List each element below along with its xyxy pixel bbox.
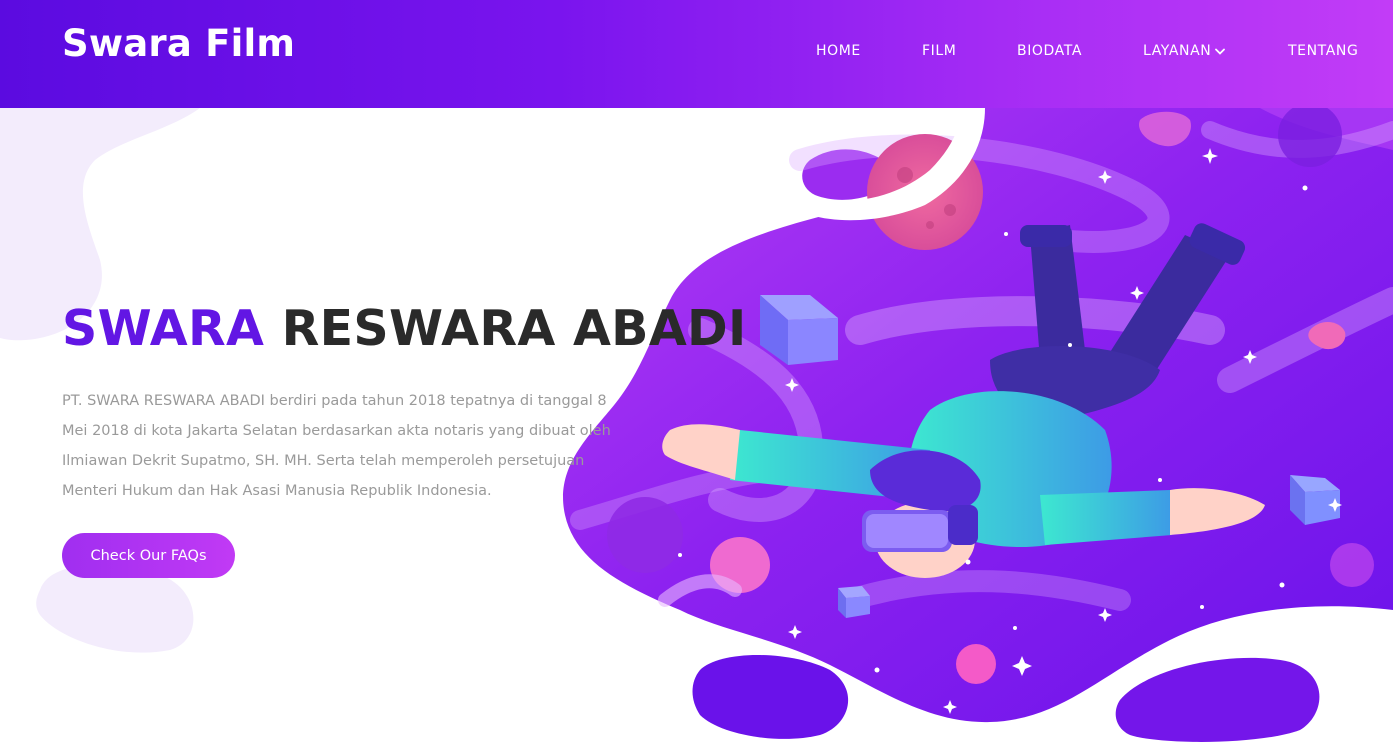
nav-item-layanan[interactable]: LAYANAN [1143, 43, 1226, 59]
hero-title-accent: SWARA [62, 300, 265, 357]
nav-item-film[interactable]: FILM [922, 43, 956, 59]
site-header: Swara Film HOME FILM BIODATA LAYANAN TEN… [0, 0, 1393, 108]
check-faqs-button[interactable]: Check Our FAQs [62, 533, 235, 578]
hero-description: PT. SWARA RESWARA ABADI berdiri pada tah… [62, 393, 611, 499]
hero-title-rest: RESWARA ABADI [281, 300, 747, 357]
nav-item-tentang[interactable]: TENTANG [1288, 43, 1358, 59]
main-nav: HOME FILM BIODATA LAYANAN TENTANG [0, 43, 1393, 63]
hero-illustration [563, 103, 1393, 742]
hero-title: SWARA RESWARA ABADI [62, 300, 747, 357]
nav-item-layanan-label: LAYANAN [1143, 43, 1212, 59]
chevron-down-icon [1215, 43, 1226, 59]
nav-item-home[interactable]: HOME [816, 43, 861, 59]
nav-item-biodata[interactable]: BIODATA [1017, 43, 1082, 59]
